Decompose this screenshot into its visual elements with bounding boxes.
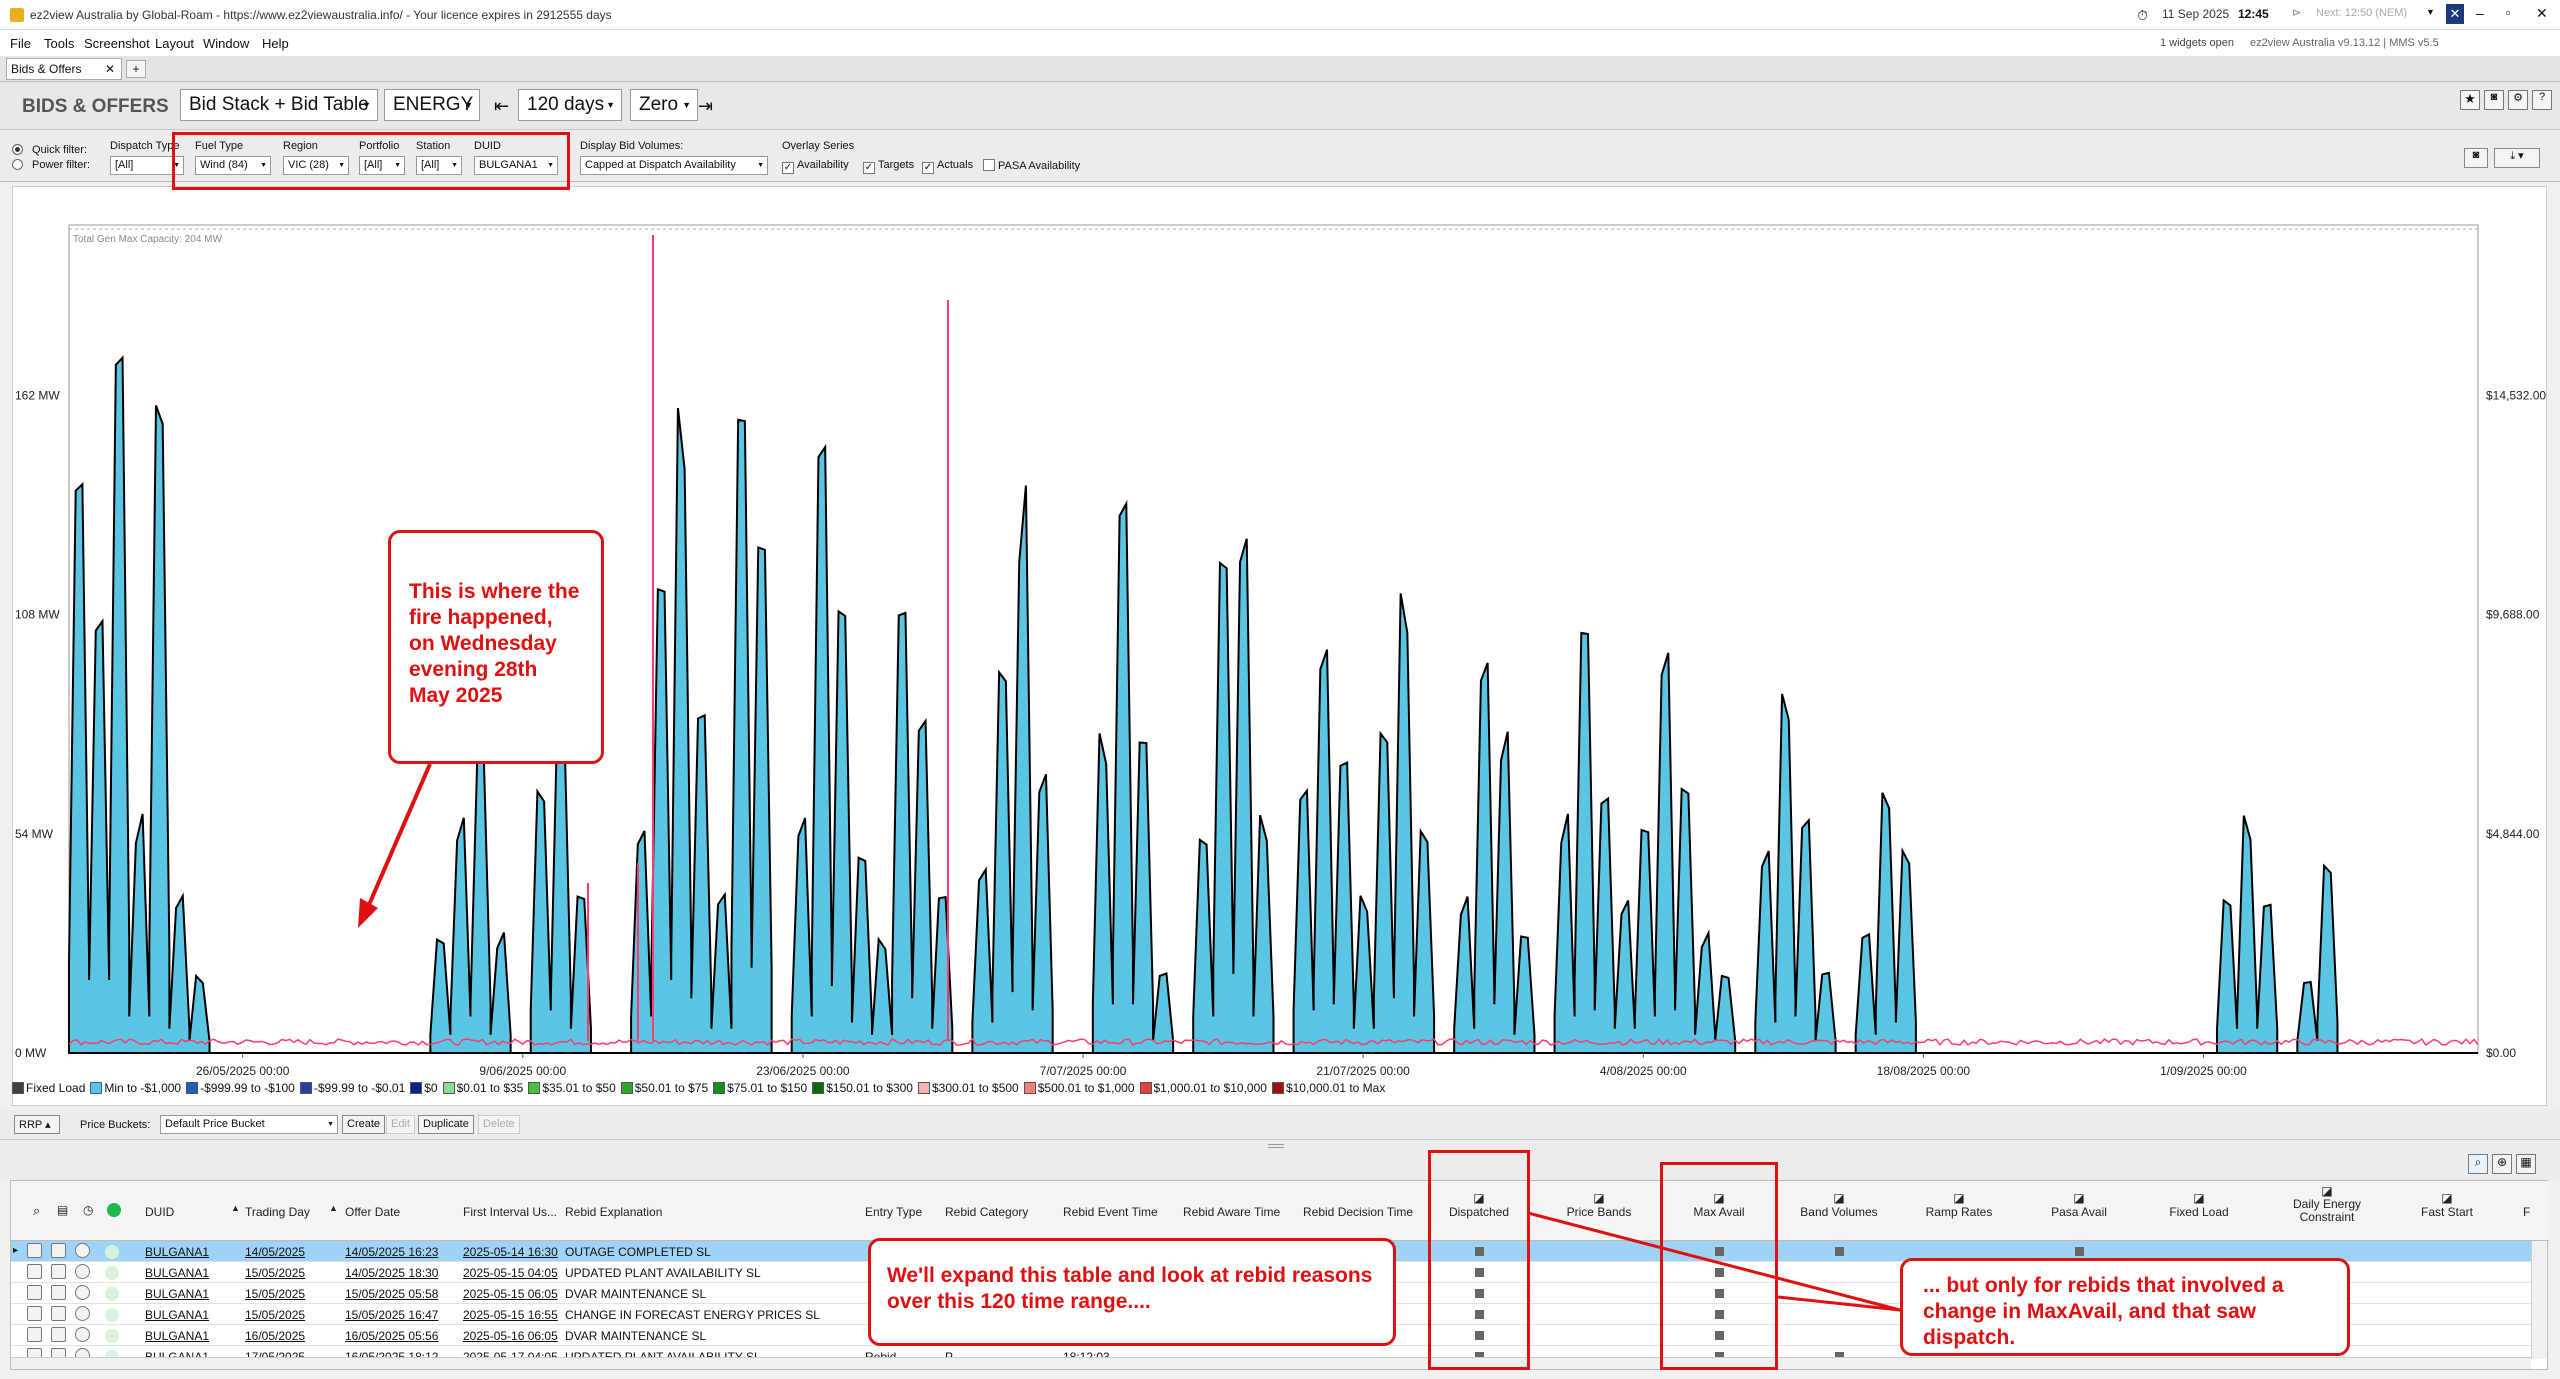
maxavail-annotation: ... but only for rebids that involved a … — [1900, 1258, 2350, 1356]
fire-annotation: This is where the fire happened, on Wedn… — [388, 530, 604, 764]
dispatched-connector — [1527, 1211, 1901, 1312]
fire-arrow-line — [363, 763, 432, 915]
annotation-arrows — [358, 763, 1901, 1312]
fire-arrow-head — [358, 898, 378, 928]
maxavail-connector — [1777, 1295, 1901, 1312]
expand-table-annotation: We'll expand this table and look at rebi… — [868, 1238, 1396, 1346]
